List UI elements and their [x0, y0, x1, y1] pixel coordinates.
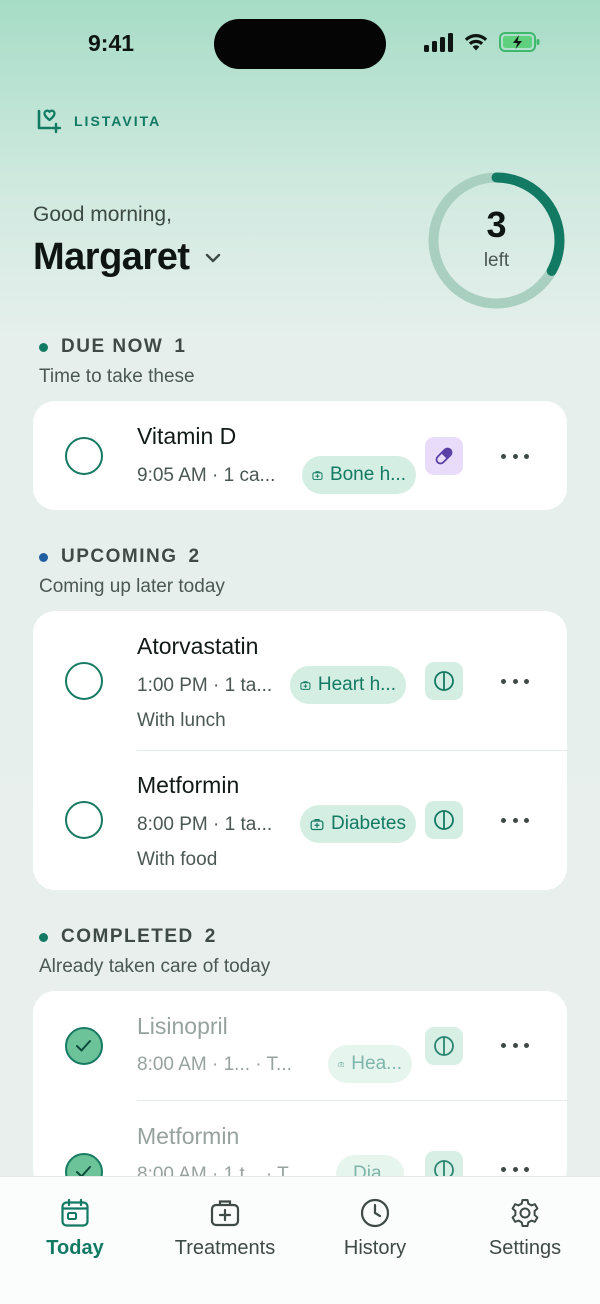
condition-chip-label: Bone h...	[329, 464, 406, 485]
section-title: COMPLETED	[61, 926, 194, 947]
signal-icon	[424, 32, 453, 52]
status-time: 9:41	[88, 30, 135, 56]
status-bar: 9:41	[0, 0, 600, 90]
medical-kit-icon	[300, 680, 311, 690]
medication-name: Atorvastatin	[137, 633, 259, 659]
section-header-completed: COMPLETED 2	[39, 926, 215, 948]
more-options-button[interactable]	[501, 452, 529, 460]
upcoming-dot	[39, 552, 48, 562]
medication-name: Lisinopril	[137, 1013, 228, 1039]
condition-chip[interactable]: Hea...	[328, 1045, 412, 1083]
brand-name: LISTAVITA	[74, 113, 162, 129]
section-title: UPCOMING	[61, 546, 178, 567]
battery-charging-icon	[499, 32, 540, 52]
wifi-icon	[464, 34, 488, 51]
section-count: 1	[174, 336, 185, 357]
medication-schedule: 8:00 AM · 1... · T...	[137, 1054, 292, 1075]
medication-name: Metformin	[137, 1123, 240, 1149]
medication-name: Vitamin D	[137, 423, 237, 449]
tab-history[interactable]: History	[300, 1197, 450, 1260]
user-name: Margaret	[33, 236, 190, 278]
completed-card: Lisinopril 8:00 AM · 1... · T... Hea... …	[33, 991, 567, 1191]
medication-item[interactable]: Vitamin D 9:05 AM · 1 ca... Bone h...	[33, 401, 567, 510]
tab-label: Treatments	[174, 1237, 276, 1259]
tablet-icon	[425, 1027, 463, 1065]
take-checkbox[interactable]	[65, 437, 103, 475]
tab-label: Today	[46, 1237, 104, 1259]
tablet-icon	[425, 801, 463, 839]
medication-item[interactable]: Atorvastatin 1:00 PM · 1 ta... With lunc…	[33, 611, 567, 750]
taken-checkbox[interactable]	[65, 1027, 103, 1065]
chevron-down-icon	[205, 253, 220, 262]
clock-icon	[360, 1198, 390, 1228]
completed-dot	[39, 932, 48, 942]
medication-schedule: 1:00 PM · 1 ta...	[137, 675, 273, 696]
section-count: 2	[204, 926, 216, 947]
more-options-button[interactable]	[501, 816, 529, 824]
due-card: Vitamin D 9:05 AM · 1 ca... Bone h...	[33, 401, 567, 510]
upcoming-card: Atorvastatin 1:00 PM · 1 ta... With lunc…	[33, 611, 567, 890]
gear-icon	[511, 1199, 539, 1227]
section-title: DUE NOW	[61, 336, 164, 357]
medical-kit-icon	[310, 818, 324, 830]
section-header-upcoming: UPCOMING 2	[39, 546, 199, 568]
medication-note: With lunch	[137, 710, 226, 731]
more-options-button[interactable]	[501, 677, 529, 685]
greeting-text: Good morning,	[33, 203, 172, 226]
condition-chip-label: Hea...	[351, 1053, 402, 1074]
condition-chip[interactable]: Diabetes	[300, 805, 416, 843]
medical-kit-icon	[338, 1061, 345, 1067]
section-header-due: DUE NOW 1	[39, 336, 185, 358]
section-count: 2	[188, 546, 200, 567]
condition-chip-label: Diabetes	[331, 813, 406, 834]
medical-kit-icon	[312, 470, 323, 480]
pill-icon	[425, 437, 463, 475]
take-checkbox[interactable]	[65, 662, 103, 700]
more-options-button[interactable]	[501, 1041, 529, 1049]
medical-kit-icon	[210, 1200, 240, 1227]
heart-plus-logo-icon	[37, 109, 62, 134]
remaining-progress-ring: 3 left	[424, 168, 569, 313]
calendar-icon	[61, 1198, 89, 1227]
condition-chip-label: Heart h...	[317, 674, 396, 695]
tablet-icon	[425, 662, 463, 700]
condition-chip[interactable]: Heart h...	[290, 666, 406, 704]
due-dot	[39, 342, 48, 352]
medication-schedule: 8:00 PM · 1 ta...	[137, 814, 273, 835]
dynamic-island	[214, 19, 386, 69]
medication-note: With food	[137, 849, 218, 870]
section-subtitle: Time to take these	[39, 366, 195, 387]
more-options-button[interactable]	[501, 1165, 529, 1173]
condition-chip[interactable]: Bone h...	[302, 456, 416, 494]
medication-schedule: 9:05 AM · 1 ca...	[137, 465, 276, 486]
medication-item[interactable]: Metformin 8:00 PM · 1 ta... With food Di…	[33, 751, 567, 890]
section-subtitle: Already taken care of today	[39, 956, 271, 977]
remaining-label: left	[483, 250, 510, 271]
user-switcher[interactable]: Margaret	[33, 236, 222, 279]
tab-bar: Today Treatments History Settings	[0, 1176, 600, 1304]
status-icons	[424, 31, 541, 53]
take-checkbox[interactable]	[65, 801, 103, 839]
medication-name: Metformin	[137, 772, 240, 798]
tab-label: Settings	[488, 1237, 562, 1259]
medication-item[interactable]: Lisinopril 8:00 AM · 1... · T... Hea...	[33, 991, 567, 1100]
section-subtitle: Coming up later today	[39, 576, 225, 597]
tab-today[interactable]: Today	[0, 1197, 150, 1260]
tab-treatments[interactable]: Treatments	[150, 1197, 300, 1260]
remaining-count: 3	[486, 204, 507, 245]
brand-logo: LISTAVITA	[36, 108, 161, 134]
tab-settings[interactable]: Settings	[450, 1197, 600, 1260]
tab-label: History	[343, 1237, 407, 1259]
